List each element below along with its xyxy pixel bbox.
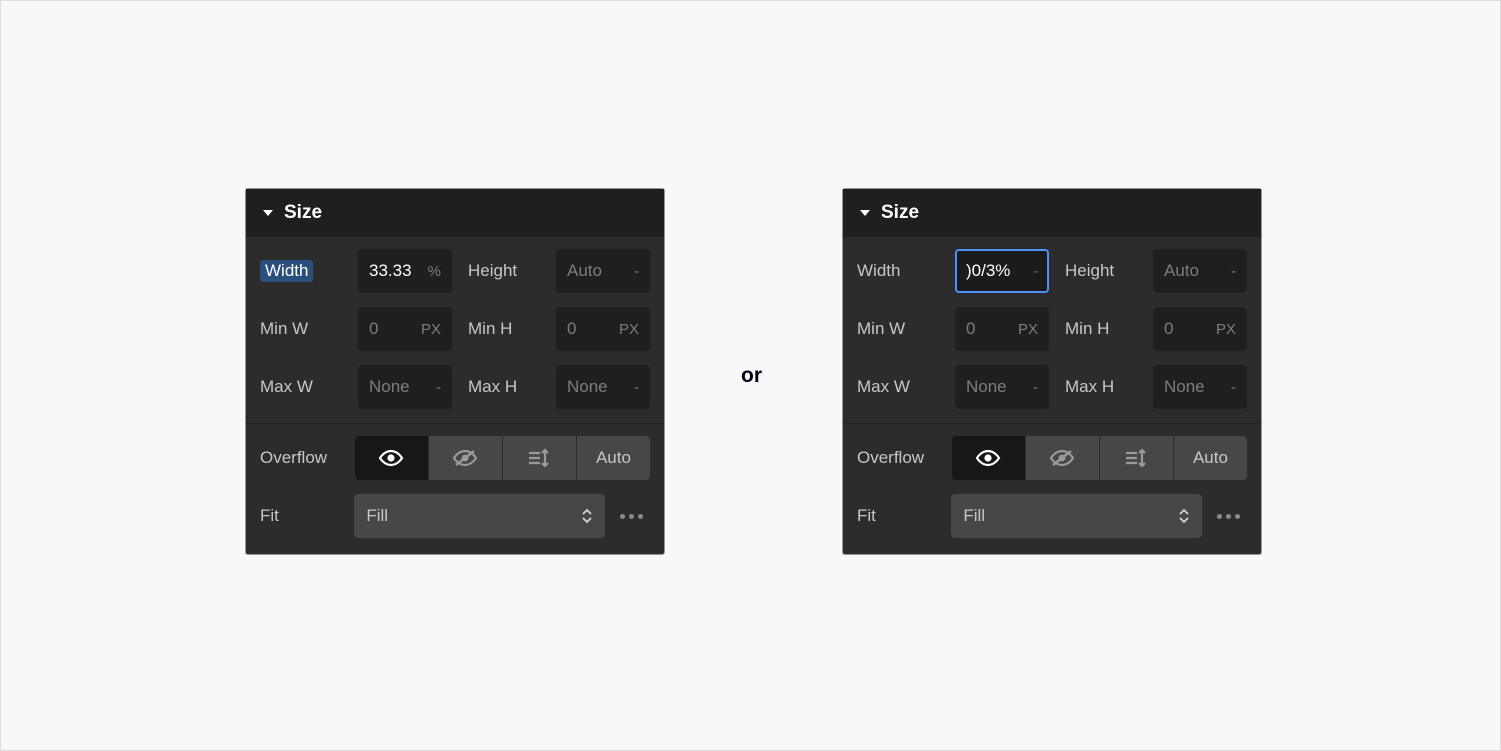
overflow-label: Overflow bbox=[260, 448, 355, 468]
panel-header[interactable]: Size bbox=[246, 189, 664, 236]
overflow-scroll-button[interactable] bbox=[502, 436, 576, 480]
minw-label[interactable]: Min W bbox=[260, 319, 358, 339]
minh-label[interactable]: Min H bbox=[1049, 319, 1153, 339]
panel-title: Size bbox=[881, 202, 919, 224]
stepper-icon bbox=[1178, 507, 1190, 525]
eye-icon bbox=[975, 449, 1001, 467]
caret-down-icon bbox=[262, 208, 274, 218]
scroll-icon bbox=[526, 448, 552, 468]
overflow-hidden-button[interactable] bbox=[1025, 436, 1099, 480]
overflow-scroll-button[interactable] bbox=[1099, 436, 1173, 480]
minh-input[interactable]: 0PX bbox=[1153, 307, 1247, 351]
eye-off-icon bbox=[1049, 449, 1075, 467]
fit-label: Fit bbox=[857, 506, 951, 526]
fit-select[interactable]: Fill bbox=[354, 494, 605, 538]
minw-input[interactable]: 0PX bbox=[358, 307, 452, 351]
dots-icon bbox=[1217, 514, 1222, 519]
height-input[interactable]: Auto- bbox=[1153, 249, 1247, 293]
minw-label[interactable]: Min W bbox=[857, 319, 955, 339]
fit-label: Fit bbox=[260, 506, 354, 526]
width-label[interactable]: Width bbox=[260, 260, 313, 282]
minh-label[interactable]: Min H bbox=[452, 319, 556, 339]
width-label[interactable]: Width bbox=[857, 261, 955, 281]
stepper-icon bbox=[581, 507, 593, 525]
caret-down-icon bbox=[859, 208, 871, 218]
eye-off-icon bbox=[452, 449, 478, 467]
more-button[interactable] bbox=[613, 494, 650, 538]
minw-input[interactable]: 0PX bbox=[955, 307, 1049, 351]
overflow-auto-button[interactable]: Auto bbox=[1173, 436, 1247, 480]
overflow-visible-button[interactable] bbox=[952, 436, 1025, 480]
or-separator: or bbox=[1, 364, 1501, 388]
height-label[interactable]: Height bbox=[452, 261, 556, 281]
width-input[interactable]: )0/3%- bbox=[955, 249, 1049, 293]
overflow-segmented: Auto bbox=[355, 436, 650, 480]
overflow-label: Overflow bbox=[857, 448, 952, 468]
width-input[interactable]: 33.33% bbox=[358, 249, 452, 293]
minh-input[interactable]: 0PX bbox=[556, 307, 650, 351]
overflow-auto-button[interactable]: Auto bbox=[576, 436, 650, 480]
overflow-hidden-button[interactable] bbox=[428, 436, 502, 480]
overflow-visible-button[interactable] bbox=[355, 436, 428, 480]
height-label[interactable]: Height bbox=[1049, 261, 1153, 281]
eye-icon bbox=[378, 449, 404, 467]
dots-icon bbox=[620, 514, 625, 519]
panel-title: Size bbox=[284, 202, 322, 224]
scroll-icon bbox=[1123, 448, 1149, 468]
fit-select[interactable]: Fill bbox=[951, 494, 1202, 538]
more-button[interactable] bbox=[1210, 494, 1247, 538]
panel-header[interactable]: Size bbox=[843, 189, 1261, 236]
overflow-segmented: Auto bbox=[952, 436, 1247, 480]
height-input[interactable]: Auto- bbox=[556, 249, 650, 293]
